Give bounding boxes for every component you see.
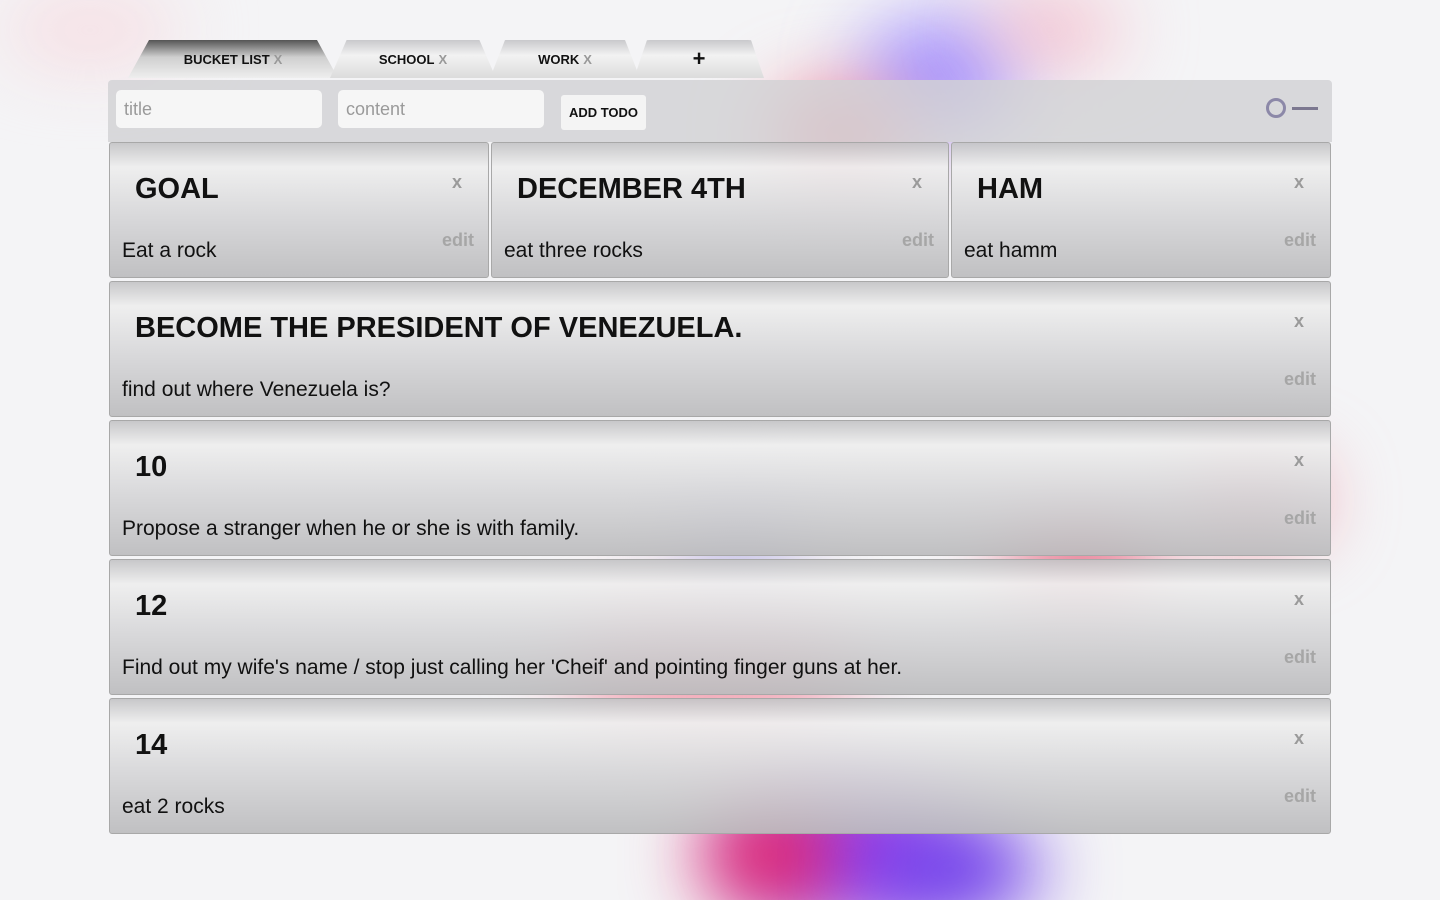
todo-card: 10 Propose a stranger when he or she is … <box>109 420 1331 556</box>
delete-todo-button[interactable]: x <box>1294 172 1304 193</box>
delete-todo-button[interactable]: x <box>1294 311 1304 332</box>
todo-card: 12 Find out my wife's name / stop just c… <box>109 559 1331 695</box>
delete-todo-button[interactable]: x <box>1294 450 1304 471</box>
todo-title: 12 <box>135 590 168 622</box>
todo-content: Propose a stranger when he or she is wit… <box>122 517 580 540</box>
todo-title: 14 <box>135 729 168 761</box>
edit-todo-button[interactable]: edit <box>1284 647 1316 668</box>
tab-close-icon[interactable]: X <box>583 52 592 67</box>
todo-title: HAM <box>977 173 1044 205</box>
circle-icon <box>1266 98 1286 118</box>
todo-content: Find out my wife's name / stop just call… <box>122 656 903 679</box>
tab-school[interactable]: SCHOOL X <box>330 40 496 78</box>
delete-todo-button[interactable]: x <box>1294 589 1304 610</box>
edit-todo-button[interactable]: edit <box>442 230 474 251</box>
todo-card: BECOME THE PRESIDENT OF VENEZUELA. find … <box>109 281 1331 417</box>
plus-icon: + <box>692 46 706 71</box>
tab-label: WORK <box>538 51 580 67</box>
content-input[interactable] <box>338 90 544 128</box>
todo-card: GOAL Eat a rock x edit <box>109 142 489 278</box>
todo-content: find out where Venezuela is? <box>122 378 391 401</box>
delete-todo-button[interactable]: x <box>452 172 462 193</box>
tab-label: BUCKET LIST <box>183 51 270 67</box>
layout-toggle[interactable] <box>1266 98 1322 122</box>
todo-content: eat three rocks <box>504 239 643 262</box>
add-todo-button[interactable]: ADD TODO <box>561 95 646 130</box>
delete-todo-button[interactable]: x <box>1294 728 1304 749</box>
todo-card: HAM eat hamm x edit <box>951 142 1331 278</box>
tab-close-icon[interactable]: X <box>274 52 283 67</box>
todo-card: DECEMBER 4TH eat three rocks x edit <box>491 142 949 278</box>
todo-content: eat hamm <box>964 239 1058 262</box>
todo-title: BECOME THE PRESIDENT OF VENEZUELA. <box>135 312 743 344</box>
todo-title: GOAL <box>135 173 219 205</box>
todo-content: Eat a rock <box>122 239 217 262</box>
edit-todo-button[interactable]: edit <box>902 230 934 251</box>
todo-form: ADD TODO <box>108 80 1332 142</box>
title-input[interactable] <box>116 90 322 128</box>
edit-todo-button[interactable]: edit <box>1284 508 1316 529</box>
edit-todo-button[interactable]: edit <box>1284 786 1316 807</box>
delete-todo-button[interactable]: x <box>912 172 922 193</box>
tab-close-icon[interactable]: X <box>438 52 447 67</box>
add-tab-button[interactable]: + <box>634 40 764 78</box>
todo-title: DECEMBER 4TH <box>517 173 746 205</box>
todo-title: 10 <box>135 451 168 483</box>
minus-icon <box>1292 107 1318 110</box>
tab-label: SCHOOL <box>378 51 435 67</box>
edit-todo-button[interactable]: edit <box>1284 369 1316 390</box>
todo-content: eat 2 rocks <box>122 795 225 818</box>
todo-card: 14 eat 2 rocks x edit <box>109 698 1331 834</box>
tab-work[interactable]: WORK X <box>490 40 640 78</box>
tab-bucket-list[interactable]: BUCKET LIST X <box>128 40 338 78</box>
edit-todo-button[interactable]: edit <box>1284 230 1316 251</box>
tab-bar: BUCKET LIST X SCHOOL X WORK X + <box>128 40 768 80</box>
